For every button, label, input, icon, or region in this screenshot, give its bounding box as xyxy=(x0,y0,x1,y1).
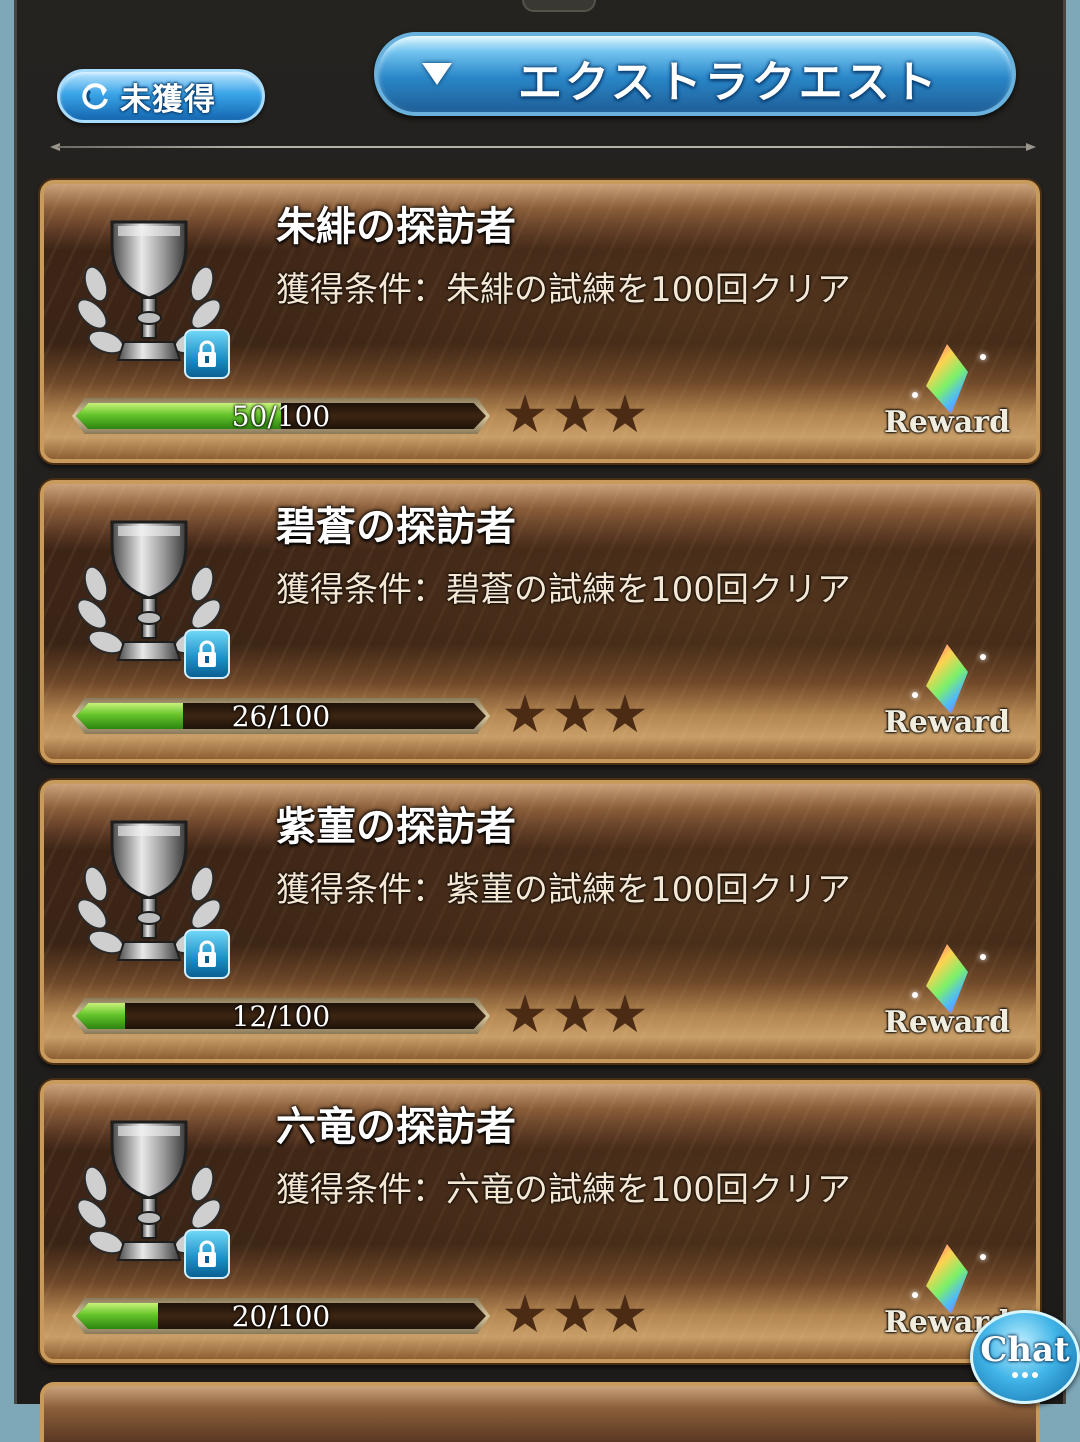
trophy-title: 六竜の探訪者 xyxy=(276,1104,516,1150)
progress-bar: 12/100 xyxy=(72,998,490,1034)
trophy-card[interactable]: 朱緋の探訪者 獲得条件：朱緋の試練を100回クリア 50/100 Reward xyxy=(40,180,1040,463)
star-icon xyxy=(554,694,596,733)
star-rating xyxy=(504,394,646,436)
star-icon xyxy=(604,1294,646,1333)
lock-icon xyxy=(184,629,230,679)
top-ornament xyxy=(522,0,596,12)
trophy-condition: 獲得条件：六竜の試練を100回クリア xyxy=(276,1170,851,1210)
progress-text: 26/100 xyxy=(231,699,331,733)
chat-label: Chat xyxy=(980,1330,1070,1370)
reward-label: Reward xyxy=(884,705,1011,740)
chevron-down-icon xyxy=(422,63,452,85)
reward-button[interactable]: Reward xyxy=(884,944,1011,1044)
refresh-icon xyxy=(78,79,112,113)
chat-dots-icon xyxy=(1012,1372,1038,1378)
category-dropdown[interactable]: エクストラクエスト xyxy=(374,32,1016,116)
star-icon xyxy=(504,994,546,1033)
progress-bar: 20/100 xyxy=(72,1298,490,1334)
trophy-condition: 獲得条件：朱緋の試練を100回クリア xyxy=(276,270,851,310)
trophy-card[interactable]: 碧蒼の探訪者 獲得条件：碧蒼の試練を100回クリア 26/100 Reward xyxy=(40,480,1040,763)
unacquired-filter-button[interactable]: 未獲得 xyxy=(57,69,265,123)
trophy-title: 紫菫の探訪者 xyxy=(276,804,516,850)
progress-text: 12/100 xyxy=(231,999,331,1033)
trophy-condition: 獲得条件：紫菫の試練を100回クリア xyxy=(276,870,851,910)
progress-bar: 50/100 xyxy=(72,398,490,434)
star-icon xyxy=(554,994,596,1033)
lock-icon xyxy=(184,1229,230,1279)
star-icon xyxy=(504,694,546,733)
star-icon xyxy=(504,394,546,433)
star-icon xyxy=(604,694,646,733)
progress-text: 50/100 xyxy=(231,399,331,433)
reward-label: Reward xyxy=(884,1005,1011,1040)
trophy-title: 朱緋の探訪者 xyxy=(276,204,516,250)
reward-label: Reward xyxy=(884,405,1011,440)
reward-button[interactable]: Reward xyxy=(884,644,1011,744)
lock-icon xyxy=(184,929,230,979)
lock-icon xyxy=(184,329,230,379)
chat-button[interactable]: Chat xyxy=(970,1310,1080,1404)
star-icon xyxy=(554,394,596,433)
trophy-card-partial[interactable] xyxy=(40,1382,1040,1442)
category-label: エクストラクエスト xyxy=(518,57,940,108)
crystal-icon xyxy=(926,644,968,714)
header-divider xyxy=(50,143,1036,151)
progress-text: 20/100 xyxy=(231,1299,331,1333)
crystal-icon xyxy=(926,344,968,414)
star-icon xyxy=(504,1294,546,1333)
trophy-card[interactable]: 六竜の探訪者 獲得条件：六竜の試練を100回クリア 20/100 Reward xyxy=(40,1080,1040,1363)
star-rating xyxy=(504,694,646,736)
trophy-card[interactable]: 紫菫の探訪者 獲得条件：紫菫の試練を100回クリア 12/100 Reward xyxy=(40,780,1040,1063)
star-icon xyxy=(604,394,646,433)
star-icon xyxy=(604,994,646,1033)
star-rating xyxy=(504,1294,646,1336)
star-icon xyxy=(554,1294,596,1333)
crystal-icon xyxy=(926,1244,968,1314)
crystal-icon xyxy=(926,944,968,1014)
reward-button[interactable]: Reward xyxy=(884,344,1011,444)
star-rating xyxy=(504,994,646,1036)
filter-label: 未獲得 xyxy=(120,81,216,118)
trophy-title: 碧蒼の探訪者 xyxy=(276,504,516,550)
progress-bar: 26/100 xyxy=(72,698,490,734)
trophy-condition: 獲得条件：碧蒼の試練を100回クリア xyxy=(276,570,851,610)
